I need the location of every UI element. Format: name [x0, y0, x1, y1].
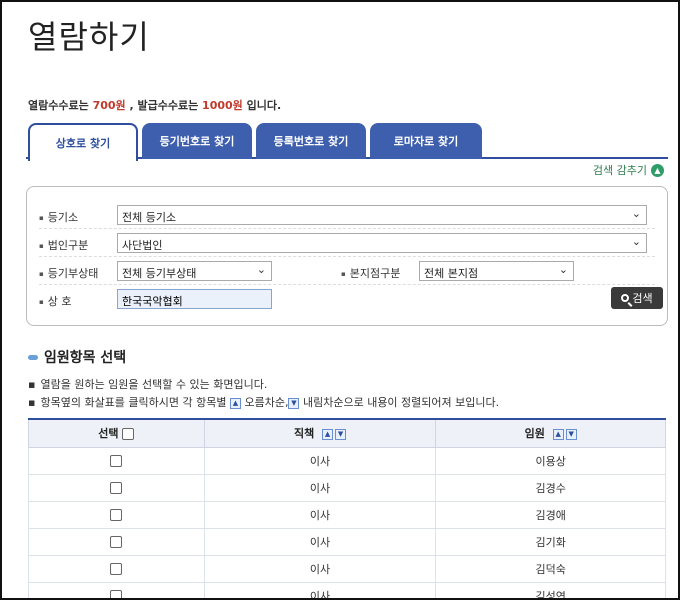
row-select-cell	[28, 500, 205, 529]
branch-label: 본지점구분	[341, 265, 401, 281]
table-row: 이사 김경수	[28, 473, 666, 502]
fee-middle: , 발급수수료는	[125, 99, 203, 112]
table-row: 이사 김성연	[28, 581, 666, 598]
section-title-text: 임원항목 선택	[44, 350, 127, 366]
chevron-down-icon: ⌄	[631, 207, 641, 220]
row-select-cell	[28, 554, 205, 583]
issue-fee: 1000원	[202, 99, 243, 112]
header-officer: 임원 ▲ ▼	[435, 418, 666, 448]
row-select-cell	[28, 581, 205, 598]
status-label: 등기부상태	[39, 265, 99, 281]
registry-select[interactable]: 전체 등기소 ⌄	[117, 205, 647, 225]
search-icon	[621, 294, 630, 302]
position-cell: 이사	[203, 500, 437, 529]
note-2-text-b: 오름차순,	[241, 396, 289, 409]
row-status: 등기부상태 전체 등기부상태 ⌄ 본지점구분 전체 본지점 ⌄	[39, 257, 655, 285]
sort-asc-icon: ▲	[230, 397, 241, 409]
officer-cell: 김성연	[435, 581, 666, 598]
officer-cell: 김기화	[435, 527, 666, 556]
row-select-cell	[28, 446, 205, 475]
note-2-text-a: 항목옆의 화살표를 클릭하시면 각 항목별	[40, 396, 230, 409]
position-cell: 이사	[203, 473, 437, 502]
row-registry: 등기소 전체 등기소 ⌄	[39, 201, 655, 229]
view-fee: 700원	[92, 99, 126, 112]
row-company-name: 상 호 한국국악협회 검색	[39, 285, 663, 313]
officer-cell: 김덕숙	[435, 554, 666, 583]
sort-asc-icon[interactable]: ▲	[322, 428, 334, 440]
page-title: 열람하기	[28, 18, 150, 56]
chevron-down-icon: ⌄	[558, 263, 568, 276]
select-all-checkbox[interactable]	[122, 428, 135, 441]
page-frame: 열람하기 열람수수료는 700원 , 발급수수료는 1000원 입니다. 상호로…	[0, 0, 680, 600]
note-2: ▪ 항목옆의 화살표를 클릭하시면 각 항목별 ▲ 오름차순, ▼ 내림차순으로 내…	[28, 394, 499, 410]
chevron-down-icon: ⌄	[631, 235, 641, 248]
tab-registry-number[interactable]: 등기번호로 찾기	[142, 123, 252, 159]
header-select-label: 선택	[98, 427, 119, 441]
tab-roman-search[interactable]: 로마자로 찾기	[370, 123, 482, 159]
row-checkbox[interactable]	[110, 563, 123, 575]
header-officer-label: 임원	[524, 427, 545, 441]
collapse-search-toggle[interactable]: 검색 감추기 ▲	[593, 162, 664, 178]
company-name-input[interactable]: 한국국악협회	[117, 289, 272, 309]
position-cell: 이사	[203, 446, 437, 475]
fee-prefix: 열람수수료는	[28, 99, 93, 112]
table-row: 이사 이용상	[28, 446, 666, 475]
collapse-label: 검색 감추기	[592, 164, 647, 177]
note-1: ▪ 열람을 원하는 임원을 선택할 수 있는 화면입니다.	[28, 376, 267, 392]
row-checkbox[interactable]	[110, 536, 123, 548]
tab-registration-number[interactable]: 등록번호로 찾기	[256, 123, 366, 159]
bullet-icon: ▪	[28, 396, 36, 409]
status-select[interactable]: 전체 등기부상태 ⌄	[117, 261, 272, 281]
corp-type-label: 법인구분	[39, 237, 88, 253]
officer-cell: 이용상	[435, 446, 666, 475]
note-2-text-c: 내림차순으로 내용이 정렬되어져 보입니다.	[299, 396, 500, 409]
corp-type-value: 사단법인	[122, 239, 163, 252]
branch-value: 전체 본지점	[424, 267, 479, 280]
row-checkbox[interactable]	[110, 509, 123, 521]
fee-notice: 열람수수료는 700원 , 발급수수료는 1000원 입니다.	[28, 97, 281, 113]
officer-table: 선택 직책 ▲ ▼ 임원 ▲ ▼ 이사 이용상 이사 김경수 이사 김경애 이사…	[28, 418, 666, 598]
search-button-label: 검색	[632, 292, 653, 305]
table-row: 이사 김경애	[28, 500, 666, 529]
position-cell: 이사	[203, 581, 437, 598]
row-checkbox[interactable]	[110, 590, 123, 598]
search-tabs: 상호로 찾기 등기번호로 찾기 등록번호로 찾기 로마자로 찾기	[26, 123, 668, 161]
row-checkbox[interactable]	[110, 482, 123, 494]
section-title: 임원항목 선택	[28, 347, 126, 367]
chevron-down-icon: ⌄	[256, 263, 266, 276]
chevron-up-icon: ▲	[651, 163, 664, 177]
row-select-cell	[28, 473, 205, 502]
registry-label: 등기소	[39, 209, 78, 225]
officer-cell: 김경애	[435, 500, 666, 529]
corp-type-select[interactable]: 사단법인 ⌄	[117, 233, 647, 253]
sort-asc-icon[interactable]: ▲	[552, 428, 564, 440]
header-select: 선택	[28, 418, 205, 448]
officer-cell: 김경수	[435, 473, 666, 502]
tab-name-search[interactable]: 상호로 찾기	[28, 123, 138, 161]
branch-select[interactable]: 전체 본지점 ⌄	[419, 261, 574, 281]
row-checkbox[interactable]	[110, 455, 123, 467]
table-row: 이사 김덕숙	[28, 554, 666, 583]
header-position: 직책 ▲ ▼	[203, 418, 437, 448]
sort-desc-icon: ▼	[288, 397, 300, 409]
status-value: 전체 등기부상태	[122, 267, 197, 280]
sort-desc-icon[interactable]: ▼	[335, 428, 347, 440]
row-select-cell	[28, 527, 205, 556]
section-bullet-icon	[28, 354, 38, 360]
fee-suffix: 입니다.	[242, 99, 282, 112]
table-row: 이사 김기화	[28, 527, 666, 556]
row-corp-type: 법인구분 사단법인 ⌄	[39, 229, 655, 257]
company-name-label: 상 호	[39, 293, 72, 309]
note-1-text: 열람을 원하는 임원을 선택할 수 있는 화면입니다.	[40, 378, 268, 391]
bullet-icon: ▪	[28, 378, 36, 391]
table-header-row: 선택 직책 ▲ ▼ 임원 ▲ ▼	[28, 418, 666, 448]
sort-desc-icon[interactable]: ▼	[565, 428, 577, 440]
search-panel: 등기소 전체 등기소 ⌄ 법인구분 사단법인 ⌄ 등기부상태 전체 등기부상태 …	[26, 186, 668, 326]
registry-value: 전체 등기소	[122, 211, 177, 224]
header-position-label: 직책	[293, 427, 315, 441]
position-cell: 이사	[203, 554, 437, 583]
position-cell: 이사	[203, 527, 437, 556]
search-button[interactable]: 검색	[611, 287, 663, 309]
